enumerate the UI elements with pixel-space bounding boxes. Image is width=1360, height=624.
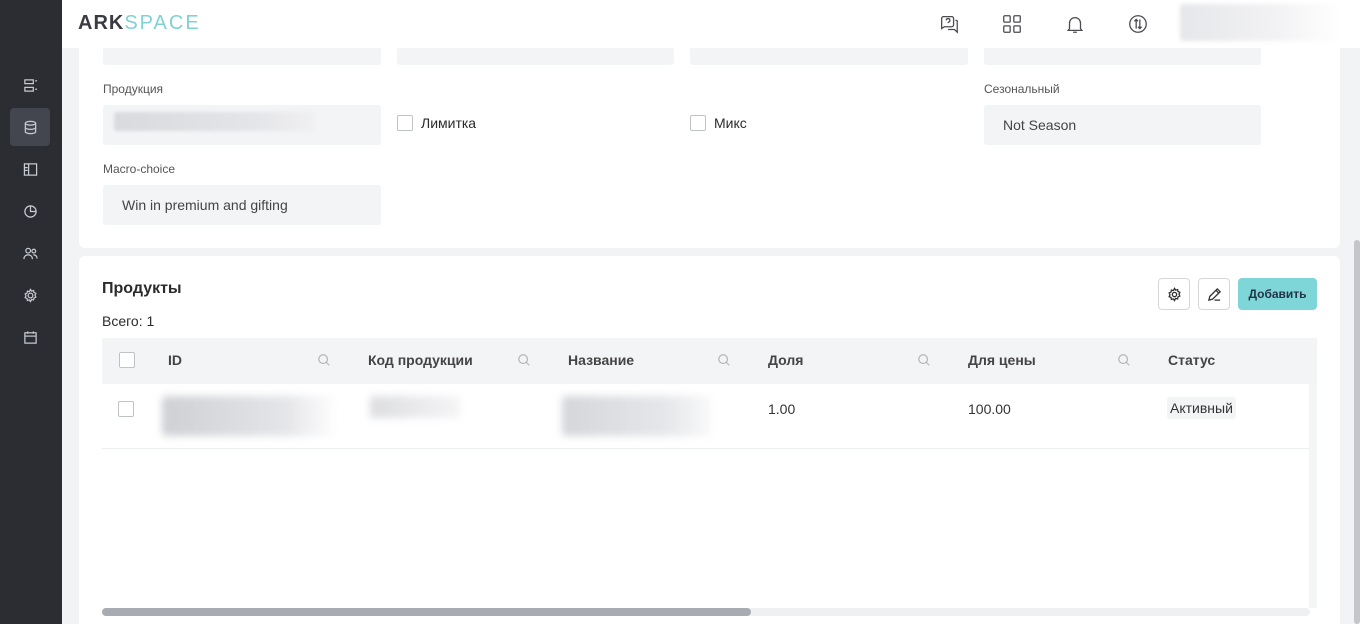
column-header-status[interactable]: Статус bbox=[1168, 352, 1215, 368]
sidebar-item-settings[interactable] bbox=[10, 276, 50, 314]
database-icon bbox=[24, 120, 36, 134]
column-search-code[interactable] bbox=[517, 353, 531, 367]
row-divider bbox=[102, 448, 1310, 449]
search-icon bbox=[1118, 354, 1130, 366]
row-name-redacted bbox=[562, 396, 712, 436]
limit-checkbox[interactable] bbox=[397, 115, 413, 131]
sidebar-item-layout[interactable] bbox=[10, 150, 50, 188]
column-header-price[interactable]: Для цены bbox=[968, 352, 1036, 368]
row-price: 100.00 bbox=[968, 401, 1011, 417]
row-checkbox[interactable] bbox=[118, 401, 134, 417]
sidebar-item-users[interactable] bbox=[10, 234, 50, 272]
apps-grid-icon bbox=[1003, 15, 1021, 33]
column-search-name[interactable] bbox=[717, 353, 731, 367]
macro-choice-label: Macro-choice bbox=[103, 162, 176, 176]
row-share: 1.00 bbox=[768, 401, 796, 417]
limit-checkbox-label: Лимитка bbox=[421, 115, 477, 131]
table-right-edge bbox=[1309, 384, 1317, 608]
column-header-id[interactable]: ID bbox=[168, 352, 182, 368]
products-total: Всего: 1 bbox=[102, 313, 155, 329]
list-icon bbox=[23, 78, 37, 92]
product-value-redacted bbox=[114, 112, 315, 131]
search-icon bbox=[318, 354, 330, 366]
gear-icon bbox=[1167, 286, 1181, 302]
products-title: Продукты bbox=[102, 280, 182, 297]
row-code-redacted bbox=[370, 396, 460, 418]
select-all-checkbox[interactable] bbox=[119, 352, 135, 368]
sidebar-item-analytics[interactable] bbox=[10, 192, 50, 230]
sidebar-item-database[interactable] bbox=[10, 108, 50, 146]
page-scrollbar[interactable] bbox=[1354, 240, 1360, 624]
product-label: Продукция bbox=[103, 82, 164, 96]
notifications-button[interactable] bbox=[1063, 12, 1087, 36]
sidebar bbox=[0, 0, 62, 624]
add-button[interactable]: Добавить bbox=[1238, 278, 1317, 310]
app-logo[interactable]: ARKSPACE bbox=[78, 12, 201, 35]
sync-icon bbox=[1129, 15, 1147, 33]
row-id-redacted bbox=[162, 396, 338, 436]
seasonal-field[interactable]: Not Season bbox=[984, 105, 1261, 145]
products-card bbox=[79, 256, 1340, 624]
sidebar-item-list[interactable] bbox=[10, 66, 50, 104]
help-chat-icon bbox=[941, 16, 958, 34]
column-search-share[interactable] bbox=[917, 353, 931, 367]
help-chat-button[interactable] bbox=[937, 12, 961, 36]
pie-chart-icon bbox=[23, 204, 37, 218]
search-icon bbox=[518, 354, 530, 366]
column-search-price[interactable] bbox=[1117, 353, 1131, 367]
pencil-icon bbox=[1207, 287, 1221, 301]
mix-checkbox[interactable] bbox=[690, 115, 706, 131]
layout-icon bbox=[23, 162, 37, 176]
status-badge: Активный bbox=[1167, 397, 1236, 419]
search-icon bbox=[918, 354, 930, 366]
table-header bbox=[102, 338, 1317, 384]
calendar-icon bbox=[23, 330, 37, 344]
table-settings-button[interactable] bbox=[1158, 278, 1190, 310]
gear-icon bbox=[23, 287, 37, 303]
bell-icon bbox=[1066, 17, 1084, 33]
column-header-name[interactable]: Название bbox=[568, 352, 634, 368]
horizontal-scrollbar-thumb[interactable] bbox=[102, 608, 751, 616]
column-search-id[interactable] bbox=[317, 353, 331, 367]
column-header-code[interactable]: Код продукции bbox=[368, 352, 473, 368]
mix-checkbox-label: Микс bbox=[714, 115, 747, 131]
top-header: ARKSPACE bbox=[62, 0, 1360, 48]
column-header-share[interactable]: Доля bbox=[768, 352, 803, 368]
user-menu-redacted[interactable] bbox=[1180, 4, 1340, 41]
macro-choice-field[interactable]: Win in premium and gifting bbox=[103, 185, 381, 225]
apps-button[interactable] bbox=[1000, 12, 1024, 36]
seasonal-label: Сезональный bbox=[984, 82, 1060, 96]
sync-button[interactable] bbox=[1126, 12, 1150, 36]
search-icon bbox=[718, 354, 730, 366]
edit-button[interactable] bbox=[1198, 278, 1230, 310]
sidebar-item-calendar[interactable] bbox=[10, 318, 50, 356]
users-icon bbox=[22, 247, 38, 259]
